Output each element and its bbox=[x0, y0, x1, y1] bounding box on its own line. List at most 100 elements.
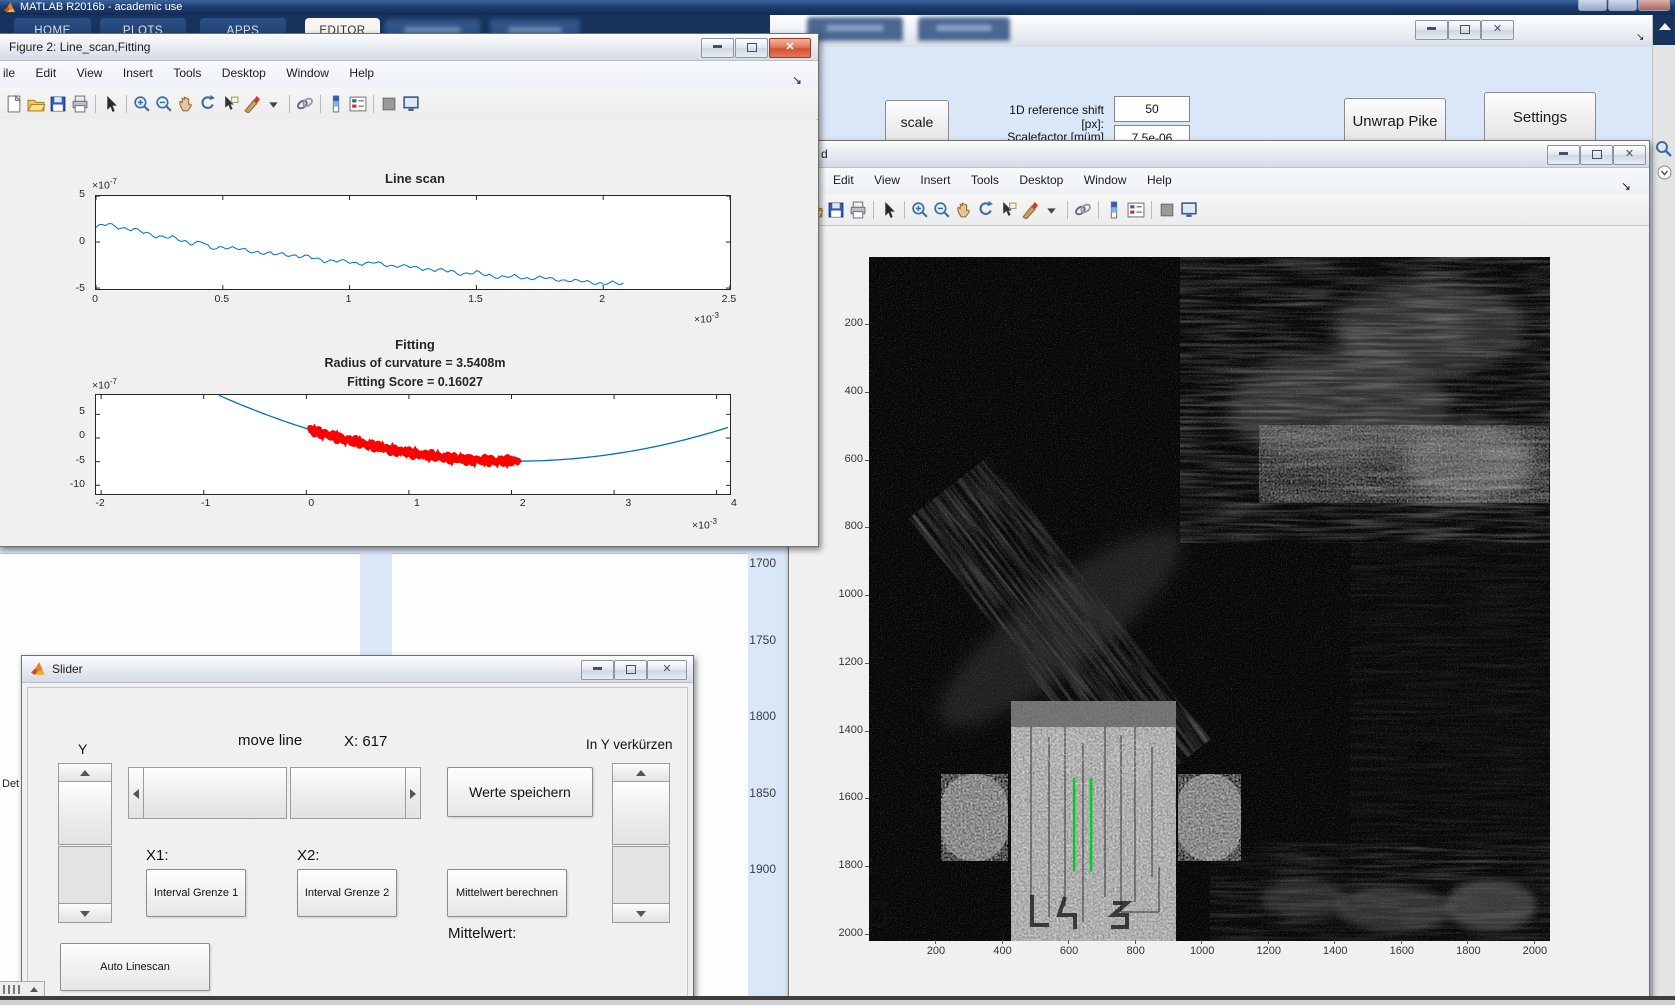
zoom-out-icon[interactable] bbox=[932, 200, 952, 220]
menu-edit[interactable]: Edit bbox=[825, 168, 862, 187]
dropdown-icon[interactable] bbox=[264, 94, 284, 114]
y2-slider-thumb[interactable] bbox=[612, 781, 670, 845]
toolstrip-collapse[interactable] bbox=[1653, 15, 1675, 45]
werte-speichern-button[interactable]: Werte speichern bbox=[447, 767, 593, 817]
gui-restore-button[interactable] bbox=[1448, 20, 1481, 40]
menu-window[interactable]: Window bbox=[278, 61, 337, 80]
slider-right-button[interactable] bbox=[405, 767, 421, 819]
monitor-icon[interactable] bbox=[1179, 200, 1199, 220]
blurred-tab[interactable] bbox=[918, 17, 1010, 41]
unwrap-pike-button[interactable]: Unwrap Pike bbox=[1344, 98, 1446, 144]
save-icon[interactable] bbox=[826, 200, 846, 220]
open-icon[interactable] bbox=[26, 94, 46, 114]
menu-edit[interactable]: Edit bbox=[27, 61, 64, 80]
y2-slider-up-button[interactable] bbox=[612, 763, 670, 783]
link-icon[interactable] bbox=[1073, 200, 1093, 220]
matlab-minimize-button[interactable] bbox=[1578, 0, 1607, 11]
menu-help[interactable]: Help bbox=[1139, 168, 1180, 187]
y-slider-up-button[interactable] bbox=[58, 763, 112, 783]
slider-close-button[interactable]: ✕ bbox=[647, 660, 687, 680]
print-icon[interactable] bbox=[848, 200, 868, 220]
blurred-tab[interactable] bbox=[807, 17, 903, 41]
pan-icon[interactable] bbox=[954, 200, 974, 220]
y-slider-thumb[interactable] bbox=[58, 781, 112, 845]
zoom-out-icon[interactable] bbox=[154, 94, 174, 114]
menu-view[interactable]: View bbox=[866, 168, 908, 187]
datacursor-icon[interactable] bbox=[998, 200, 1018, 220]
y2-slider-track[interactable] bbox=[612, 846, 670, 905]
pan-icon[interactable] bbox=[176, 94, 196, 114]
matlab-maximize-button[interactable] bbox=[1608, 0, 1637, 11]
slider-titlebar[interactable]: Slider ✕ bbox=[22, 656, 693, 683]
matlab-close-button[interactable] bbox=[1638, 0, 1670, 11]
slider-minimize-button[interactable] bbox=[581, 660, 614, 680]
menu-desktop[interactable]: Desktop bbox=[214, 61, 274, 80]
rotate-icon[interactable] bbox=[976, 200, 996, 220]
search-icon[interactable] bbox=[1655, 140, 1673, 158]
menu-insert[interactable]: Insert bbox=[115, 61, 161, 80]
y-slider-down-button[interactable] bbox=[58, 903, 112, 923]
dropdown-icon[interactable] bbox=[1042, 200, 1062, 220]
gui-close-button[interactable]: ✕ bbox=[1481, 20, 1514, 40]
monitor-icon[interactable] bbox=[401, 94, 421, 114]
menu-view[interactable]: View bbox=[69, 61, 111, 80]
gui-dock-arrow-icon[interactable]: ↘ bbox=[1636, 32, 1644, 43]
zoom-in-icon[interactable] bbox=[910, 200, 930, 220]
brush-icon[interactable] bbox=[1020, 200, 1040, 220]
brush-icon[interactable] bbox=[242, 94, 262, 114]
scale-button[interactable]: scale bbox=[885, 100, 949, 144]
slider-thumb[interactable] bbox=[290, 767, 407, 819]
figure-dock-arrow-icon[interactable]: ↘ bbox=[1613, 174, 1639, 193]
menu-tools[interactable]: Tools bbox=[963, 168, 1007, 187]
pointer-icon[interactable] bbox=[879, 200, 899, 220]
link-icon[interactable] bbox=[295, 94, 315, 114]
zoom-in-icon[interactable] bbox=[132, 94, 152, 114]
interferogram-image[interactable] bbox=[867, 257, 1550, 941]
image-figure-minimize-button[interactable] bbox=[1547, 145, 1580, 165]
menu-window[interactable]: Window bbox=[1076, 168, 1135, 187]
image-figure-titlebar[interactable]: d ✕ bbox=[789, 141, 1649, 168]
interval-grenze-2-button[interactable]: Interval Grenze 2 bbox=[297, 869, 397, 917]
figure2-titlebar[interactable]: Figure 2: Line_scan,Fitting ✕ bbox=[0, 34, 818, 61]
gui-window-topbar[interactable]: ✕ ↘ bbox=[770, 15, 1652, 48]
legend-icon[interactable] bbox=[348, 94, 368, 114]
plotbox-icon[interactable] bbox=[379, 94, 399, 114]
slider-left-button[interactable] bbox=[128, 767, 144, 819]
ref-shift-input[interactable] bbox=[1114, 96, 1190, 122]
slider-restore-button[interactable] bbox=[614, 660, 647, 680]
menu-tools[interactable]: Tools bbox=[165, 61, 209, 80]
interval-grenze-1-button[interactable]: Interval Grenze 1 bbox=[146, 869, 246, 917]
menu-insert[interactable]: Insert bbox=[912, 168, 958, 187]
y-slider-track[interactable] bbox=[58, 846, 112, 905]
image-figure-restore-button[interactable] bbox=[1580, 145, 1613, 165]
matlab-titlebar[interactable]: MATLAB R2016b - academic use bbox=[0, 0, 1675, 15]
linescan-axes[interactable] bbox=[95, 195, 731, 290]
colorbar-icon[interactable] bbox=[326, 94, 346, 114]
image-figure-close-button[interactable]: ✕ bbox=[1613, 145, 1646, 165]
legend-icon[interactable] bbox=[1126, 200, 1146, 220]
auto-linescan-button[interactable]: Auto Linescan bbox=[60, 943, 210, 991]
pointer-icon[interactable] bbox=[101, 94, 121, 114]
dropdown-circle-icon[interactable] bbox=[1657, 165, 1672, 180]
figure2-restore-button[interactable] bbox=[735, 38, 768, 58]
figure2-minimize-button[interactable] bbox=[701, 38, 734, 58]
figure2-close-button[interactable]: ✕ bbox=[769, 38, 811, 58]
plotbox-icon[interactable] bbox=[1157, 200, 1177, 220]
save-icon[interactable] bbox=[48, 94, 68, 114]
menu-help[interactable]: Help bbox=[341, 61, 382, 80]
settings-button[interactable]: Settings bbox=[1484, 92, 1596, 142]
figure-dock-arrow-icon[interactable]: ↘ bbox=[784, 68, 810, 87]
slider-track-left[interactable] bbox=[143, 767, 287, 819]
menu-desktop[interactable]: Desktop bbox=[1011, 168, 1071, 187]
image-x-tick-label: 800 bbox=[1111, 940, 1161, 957]
rotate-icon[interactable] bbox=[198, 94, 218, 114]
datacursor-icon[interactable] bbox=[220, 94, 240, 114]
y2-slider-down-button[interactable] bbox=[612, 903, 670, 923]
menu-file-cut[interactable]: ile bbox=[0, 61, 23, 80]
new-icon[interactable] bbox=[4, 94, 24, 114]
fitting-axes[interactable] bbox=[95, 394, 731, 495]
colorbar-icon[interactable] bbox=[1104, 200, 1124, 220]
mittelwert-berechnen-button[interactable]: Mittelwert berechnen bbox=[447, 869, 567, 917]
print-icon[interactable] bbox=[70, 94, 90, 114]
gui-minimize-button[interactable] bbox=[1415, 20, 1448, 40]
